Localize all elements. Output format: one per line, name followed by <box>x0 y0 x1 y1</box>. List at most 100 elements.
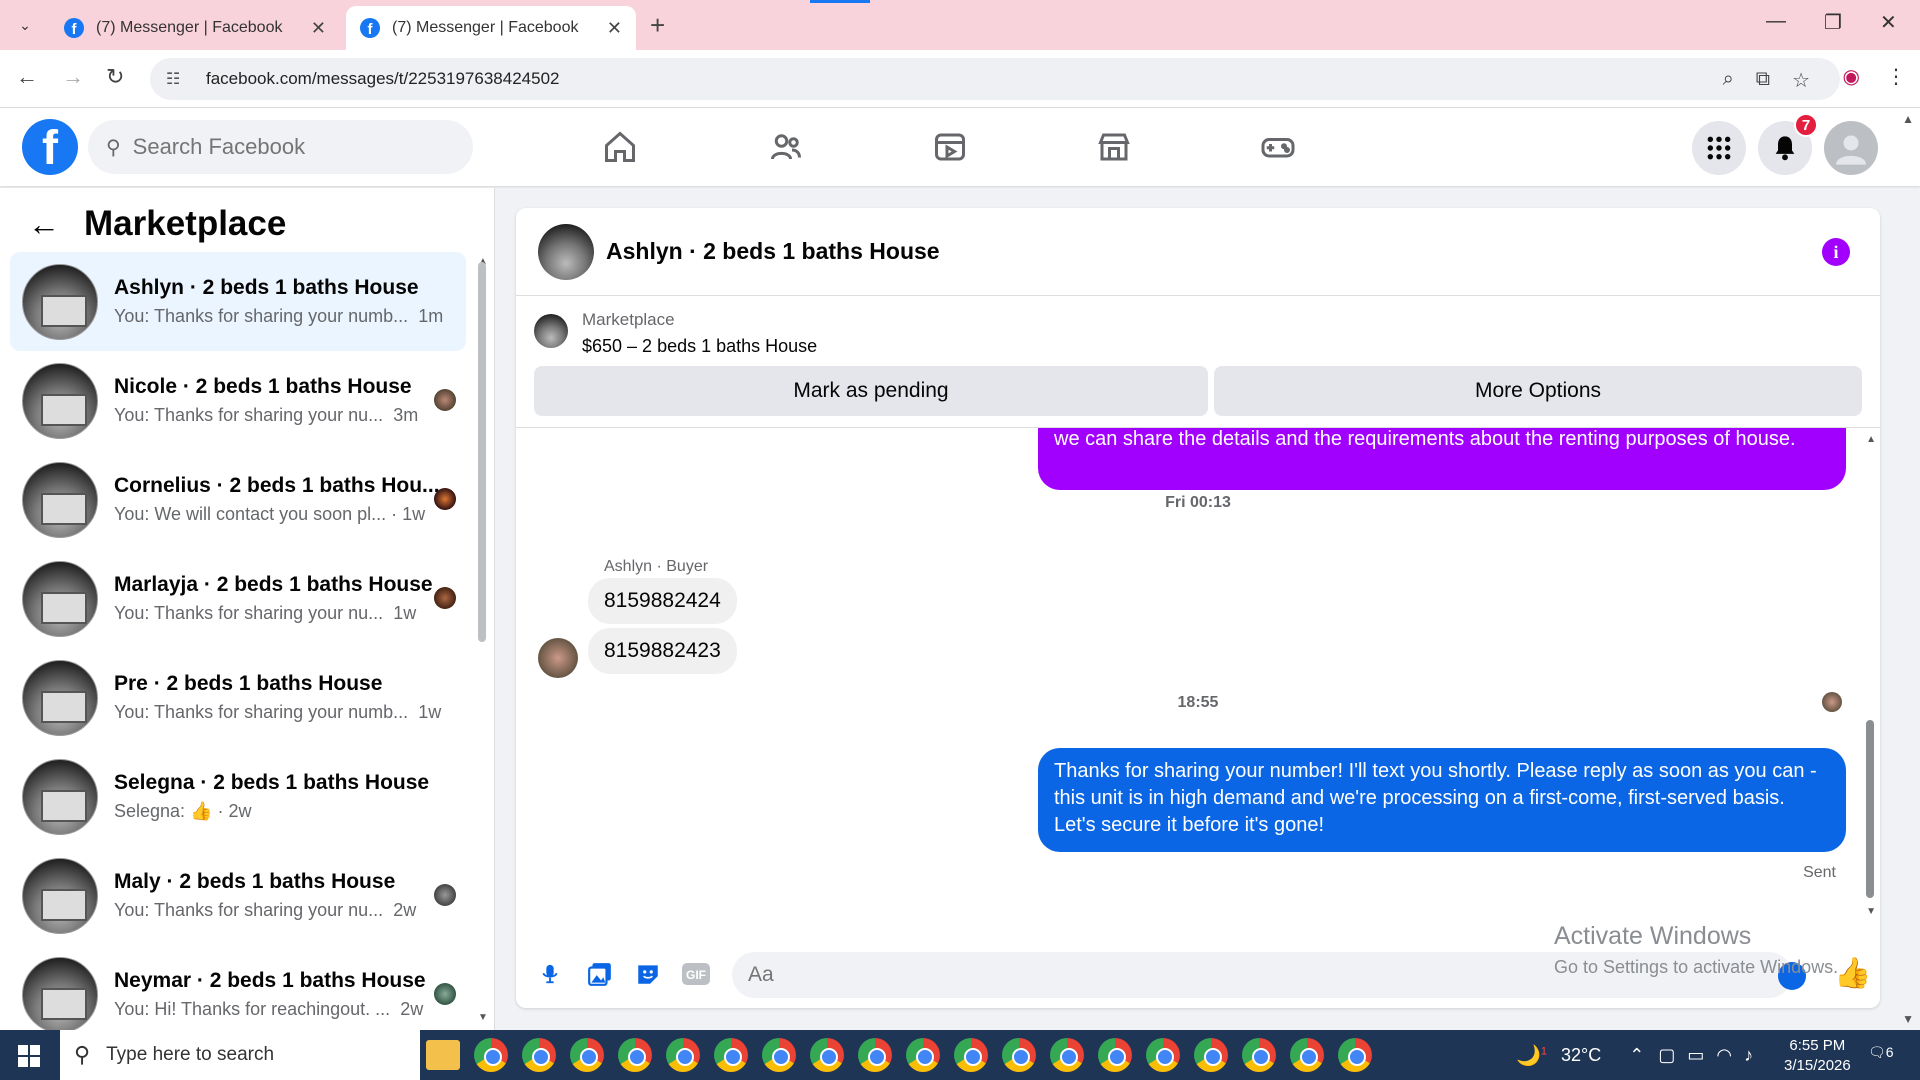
meet-icon[interactable]: ▢ <box>1658 1045 1675 1066</box>
chrome-icon[interactable] <box>1050 1038 1084 1072</box>
conversation-item[interactable]: Ashlyn · 2 beds 1 baths House You: Thank… <box>10 252 466 351</box>
video-icon <box>935 133 965 161</box>
install-app-icon[interactable]: ⧉ <box>1756 68 1770 93</box>
listing-thumbnail[interactable] <box>534 314 568 348</box>
thread-scrollbar[interactable] <box>1866 720 1874 898</box>
new-tab-plus-icon[interactable]: + <box>650 10 665 41</box>
chat-title[interactable]: Ashlyn · 2 beds 1 baths House <box>606 238 940 265</box>
nav-marketplace[interactable] <box>1064 120 1164 174</box>
battery-icon[interactable]: ▭ <box>1687 1045 1704 1066</box>
listing-price-title[interactable]: $650 – 2 beds 1 baths House <box>582 336 817 357</box>
page-scroll-down-icon[interactable]: ▼ <box>1902 1012 1914 1026</box>
wifi-icon[interactable]: ◠ <box>1716 1045 1732 1066</box>
file-explorer-icon[interactable] <box>426 1040 460 1070</box>
account-avatar[interactable] <box>1824 121 1878 175</box>
chrome-icon[interactable] <box>810 1038 844 1072</box>
windows-taskbar: ⚲ Type here to search 🌙1 32°C ⌃ ▢ ▭ ◠ ♪ … <box>0 1030 1920 1080</box>
tab-close-icon[interactable]: ✕ <box>311 18 326 39</box>
list-scroll-down-icon[interactable]: ▼ <box>478 1012 488 1023</box>
sticker-icon[interactable] <box>634 960 662 988</box>
thread-scroll-up-icon[interactable]: ▲ <box>1866 434 1876 445</box>
gif-icon[interactable]: GIF <box>682 960 710 988</box>
window-close-icon[interactable]: ✕ <box>1880 10 1897 35</box>
conversation-time: 3m <box>393 405 419 425</box>
tab-search-dropdown-icon[interactable]: ⌄ <box>12 12 38 38</box>
chrome-icon[interactable] <box>1146 1038 1180 1072</box>
notification-badge: 7 <box>1794 113 1818 137</box>
reload-icon[interactable]: ↻ <box>106 64 124 90</box>
conversation-item[interactable]: Marlayja · 2 beds 1 baths House You: Tha… <box>10 549 466 648</box>
nav-watch[interactable] <box>900 120 1000 174</box>
nav-home[interactable] <box>570 120 670 174</box>
conversation-item[interactable]: Maly · 2 beds 1 baths House You: Thanks … <box>10 846 466 945</box>
conversation-preview: You: Thanks for sharing your numb... 1m <box>114 306 444 326</box>
info-icon[interactable]: i <box>1822 238 1850 266</box>
nav-gaming[interactable] <box>1228 120 1328 174</box>
site-settings-icon[interactable]: ☷ <box>166 69 186 89</box>
chrome-icon[interactable] <box>522 1038 556 1072</box>
photo-gallery-icon[interactable] <box>586 960 614 988</box>
zoom-icon[interactable]: ⌕ <box>1723 68 1734 93</box>
list-scrollbar[interactable] <box>478 262 486 642</box>
conversation-name: Cornelius · 2 beds 1 baths Hou... <box>114 474 440 497</box>
chrome-icon[interactable] <box>1194 1038 1228 1072</box>
back-arrow-icon[interactable]: ← <box>16 64 38 90</box>
restore-icon[interactable]: ❐ <box>1824 10 1842 35</box>
profile-icon[interactable]: ◉ <box>1843 64 1860 89</box>
omnibox[interactable]: ☷ facebook.com/messages/t/22531976384245… <box>150 58 1840 100</box>
tab-close-icon[interactable]: ✕ <box>607 18 622 39</box>
conversation-name: Nicole · 2 beds 1 baths House <box>114 375 412 398</box>
nav-friends[interactable] <box>736 120 836 174</box>
notifications-button[interactable]: 7 <box>1758 113 1818 175</box>
conversation-item[interactable]: Cornelius · 2 beds 1 baths Hou... You: W… <box>10 450 466 549</box>
chrome-icon[interactable] <box>1338 1038 1372 1072</box>
chrome-icon[interactable] <box>1002 1038 1036 1072</box>
chrome-icon[interactable] <box>570 1038 604 1072</box>
facebook-search-input[interactable] <box>132 134 413 160</box>
weather-icon[interactable]: 🌙1 <box>1516 1043 1547 1068</box>
page-scroll-up-icon[interactable]: ▲ <box>1902 112 1914 126</box>
windows-start-icon[interactable] <box>18 1045 40 1067</box>
more-options-button[interactable]: More Options <box>1214 366 1862 416</box>
minimize-icon[interactable]: — <box>1766 10 1786 33</box>
chrome-icon[interactable] <box>618 1038 652 1072</box>
conversation-preview: You: Thanks for sharing your nu... 3m <box>114 405 419 425</box>
chrome-icon[interactable] <box>906 1038 940 1072</box>
chrome-icon[interactable] <box>1242 1038 1276 1072</box>
url-text[interactable]: facebook.com/messages/t/2253197638424502 <box>206 69 559 89</box>
bookmark-star-icon[interactable]: ☆ <box>1792 68 1810 93</box>
chat-listing-avatar[interactable] <box>538 224 594 280</box>
chrome-icon[interactable] <box>666 1038 700 1072</box>
thumbs-up-send-icon[interactable]: 👍 <box>1834 956 1871 991</box>
chrome-icon[interactable] <box>714 1038 748 1072</box>
microphone-icon[interactable] <box>536 960 564 988</box>
thread-scroll-down-icon[interactable]: ▼ <box>1866 906 1876 917</box>
taskbar-search-box[interactable]: ⚲ Type here to search <box>60 1030 420 1080</box>
chrome-icon[interactable] <box>474 1038 508 1072</box>
chrome-icon[interactable] <box>954 1038 988 1072</box>
mark-as-pending-button[interactable]: Mark as pending <box>534 366 1208 416</box>
bell-icon <box>1775 136 1795 161</box>
facebook-favicon-icon: f <box>64 18 84 38</box>
back-arrow-icon[interactable]: ← <box>28 206 60 243</box>
taskbar-clock[interactable]: 6:55 PM 3/15/2026 <box>1784 1036 1851 1076</box>
conversation-item[interactable]: Pre · 2 beds 1 baths House You: Thanks f… <box>10 648 466 747</box>
conversation-item[interactable]: Selegna · 2 beds 1 baths House Selegna: … <box>10 747 466 846</box>
chrome-icon[interactable] <box>762 1038 796 1072</box>
menu-grid-button[interactable] <box>1692 121 1746 175</box>
forward-arrow-icon[interactable]: → <box>62 64 84 90</box>
volume-icon[interactable]: ♪ <box>1744 1045 1753 1066</box>
chrome-icon[interactable] <box>858 1038 892 1072</box>
browser-tab-1[interactable]: f (7) Messenger | Facebook ✕ <box>50 6 340 50</box>
facebook-search-box[interactable]: ⚲ <box>88 120 473 174</box>
chevron-up-icon[interactable]: ⌃ <box>1629 1045 1644 1066</box>
chrome-icon[interactable] <box>1098 1038 1132 1072</box>
menu-dots-icon[interactable]: ⋮ <box>1886 64 1906 89</box>
temperature[interactable]: 32°C <box>1561 1045 1601 1066</box>
conversation-item[interactable]: Nicole · 2 beds 1 baths House You: Thank… <box>10 351 466 450</box>
chrome-icon[interactable] <box>1290 1038 1324 1072</box>
notification-center-icon[interactable]: 🗨6 <box>1868 1044 1894 1061</box>
buyer-avatar[interactable] <box>538 638 578 678</box>
browser-tab-2-active[interactable]: f (7) Messenger | Facebook ✕ <box>346 6 636 50</box>
facebook-logo-icon[interactable]: f <box>22 119 78 175</box>
